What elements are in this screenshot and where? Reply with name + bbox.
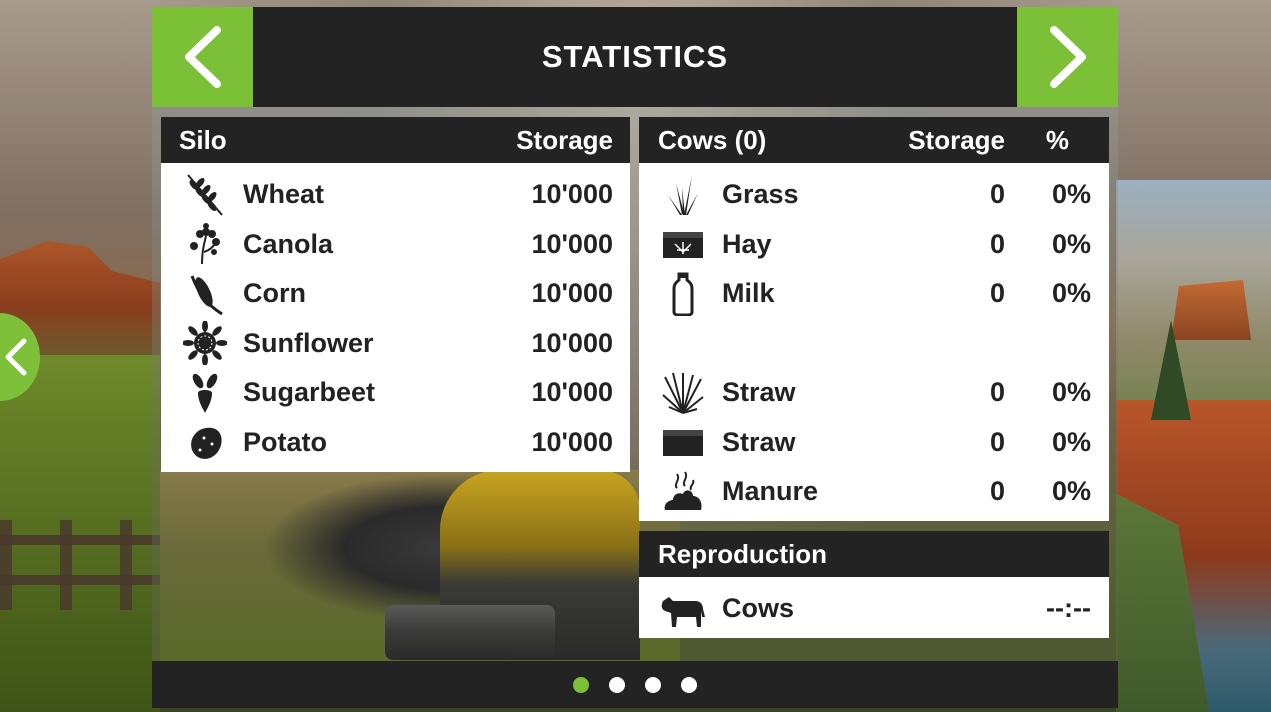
item-name: Grass xyxy=(722,179,799,210)
item-percent: 0% xyxy=(1051,377,1091,408)
header-bar: STATISTICS xyxy=(152,7,1118,107)
item-name: Cows xyxy=(722,593,795,624)
page-dot-1[interactable] xyxy=(573,676,589,693)
item-name: Milk xyxy=(722,278,775,309)
sugarbeet-icon xyxy=(183,371,227,415)
cows-column-header: Cows (0) xyxy=(658,124,767,155)
item-storage: 10'000 xyxy=(531,327,613,358)
table-row: Wheat 10'000 xyxy=(161,170,630,220)
table-row: Cows --:-- xyxy=(639,584,1109,634)
table-row: Milk 0 0% xyxy=(639,269,1109,319)
table-row: Grass 0 0% xyxy=(639,170,1109,220)
item-storage: 10'000 xyxy=(531,278,613,309)
item-name: Corn xyxy=(243,278,306,309)
background-fence-rail xyxy=(0,535,160,545)
item-storage: 10'000 xyxy=(531,426,613,457)
next-page-button[interactable] xyxy=(1017,7,1118,107)
item-storage: 10'000 xyxy=(531,228,613,259)
pagination-bar xyxy=(152,661,1118,708)
item-name: Hay xyxy=(722,228,772,259)
silo-table: Silo Storage Wheat 10'000 Canola 10'000 xyxy=(161,117,630,472)
background-fence-rail xyxy=(0,575,160,585)
corn-icon xyxy=(183,272,227,316)
item-storage: 0 xyxy=(989,179,1005,210)
item-value: --:-- xyxy=(1046,593,1091,624)
item-name: Sunflower xyxy=(243,327,374,358)
manure-icon xyxy=(661,470,705,514)
table-row: Canola 10'000 xyxy=(161,220,630,270)
item-storage: 0 xyxy=(989,377,1005,408)
previous-page-button[interactable] xyxy=(152,7,253,107)
item-storage: 0 xyxy=(989,278,1005,309)
page-dot-2[interactable] xyxy=(609,676,625,693)
background-tractor-roller xyxy=(385,605,555,660)
item-storage: 10'000 xyxy=(531,377,613,408)
background-fence xyxy=(0,520,160,610)
item-storage: 10'000 xyxy=(531,179,613,210)
item-storage: 0 xyxy=(989,476,1005,507)
sunflower-icon xyxy=(183,321,227,366)
reproduction-header: Reproduction xyxy=(658,538,827,569)
item-storage: 0 xyxy=(989,426,1005,457)
silo-column-header: Silo xyxy=(179,124,227,155)
potato-icon xyxy=(183,420,227,464)
chevron-left-icon xyxy=(5,338,27,376)
table-row: Manure 0 0% xyxy=(639,467,1109,517)
silo-table-header: Silo Storage xyxy=(161,117,630,163)
item-percent: 0% xyxy=(1051,278,1091,309)
storage-column-header: Storage xyxy=(516,124,613,155)
storage-column-header: Storage xyxy=(908,124,1005,155)
straw-bale-icon xyxy=(661,420,705,464)
hay-icon xyxy=(661,222,705,266)
page-title: STATISTICS xyxy=(541,39,729,74)
item-name: Potato xyxy=(243,426,327,457)
milk-icon xyxy=(661,272,705,316)
item-name: Straw xyxy=(722,426,796,457)
table-row: Straw 0 0% xyxy=(639,368,1109,418)
table-row: Sugarbeet 10'000 xyxy=(161,368,630,418)
page-dot-3[interactable] xyxy=(645,676,661,693)
reproduction-table-header: Reproduction xyxy=(639,531,1109,577)
background-mesa xyxy=(1171,280,1251,340)
table-row-spacer xyxy=(639,319,1109,369)
item-percent: 0% xyxy=(1051,179,1091,210)
item-percent: 0% xyxy=(1051,228,1091,259)
item-storage: 0 xyxy=(989,228,1005,259)
item-name: Sugarbeet xyxy=(243,377,376,408)
item-name: Canola xyxy=(243,228,334,259)
cows-table: Cows (0) Storage % Grass 0 0% Hay 0 0% M… xyxy=(639,117,1109,521)
table-row: Sunflower 10'000 xyxy=(161,319,630,369)
item-name: Manure xyxy=(722,476,819,507)
item-name: Wheat xyxy=(243,179,324,210)
table-row: Corn 10'000 xyxy=(161,269,630,319)
chevron-right-icon xyxy=(1049,26,1086,88)
wheat-icon xyxy=(183,173,227,217)
chevron-left-icon xyxy=(184,26,221,88)
page-dot-4[interactable] xyxy=(681,676,697,693)
canola-icon xyxy=(183,222,227,266)
cows-table-header: Cows (0) Storage % xyxy=(639,117,1109,163)
item-percent: 0% xyxy=(1051,476,1091,507)
item-name: Straw xyxy=(722,377,796,408)
grass-icon xyxy=(661,173,705,217)
table-row: Hay 0 0% xyxy=(639,220,1109,270)
percent-column-header: % xyxy=(1045,124,1069,155)
straw-icon xyxy=(661,371,705,415)
table-row: Potato 10'000 xyxy=(161,418,630,468)
item-percent: 0% xyxy=(1051,426,1091,457)
cow-icon xyxy=(659,587,707,631)
reproduction-table: Reproduction Cows --:-- xyxy=(639,531,1109,638)
table-row: Straw 0 0% xyxy=(639,418,1109,468)
